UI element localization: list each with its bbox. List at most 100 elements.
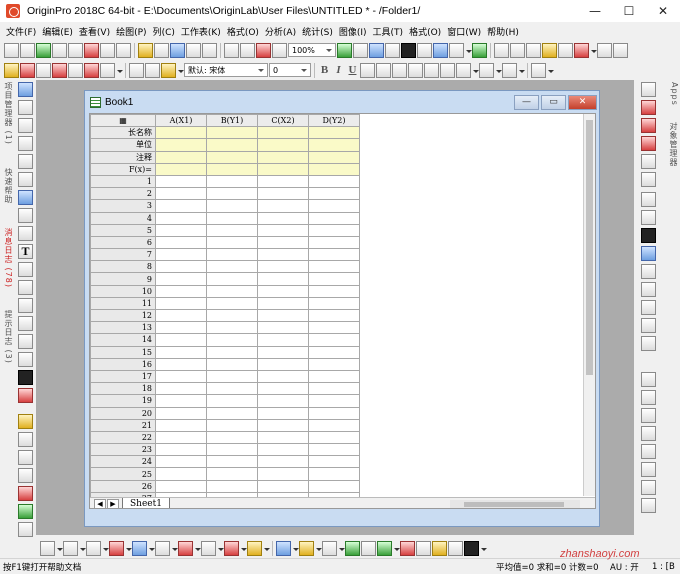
menu-worksheet[interactable]: 工作表(K) <box>181 25 221 38</box>
statistics-icon[interactable] <box>613 42 628 58</box>
zoom-out-tool-icon[interactable] <box>18 118 33 133</box>
horizontal-scroll-thumb[interactable] <box>464 502 564 507</box>
3d-surface-icon[interactable] <box>299 540 314 556</box>
data-cell[interactable] <box>308 443 360 457</box>
data-cell[interactable] <box>206 272 258 286</box>
data-cell[interactable] <box>257 455 309 469</box>
fill-column-icon[interactable] <box>542 42 557 58</box>
vertical-scroll-thumb[interactable] <box>586 120 593 375</box>
label-row-units[interactable]: 单位 <box>90 138 156 152</box>
cut-icon[interactable] <box>129 62 144 78</box>
column-plot-icon[interactable] <box>109 540 124 556</box>
vertical-scrollbar[interactable] <box>583 114 595 496</box>
data-cell[interactable] <box>206 369 258 384</box>
data-reader-icon[interactable] <box>18 136 33 151</box>
menu-edit[interactable]: 编辑(E) <box>42 25 73 38</box>
label-cell[interactable] <box>308 150 360 164</box>
arrange-icon-1[interactable] <box>641 372 656 387</box>
graph-icon-6[interactable] <box>641 172 656 187</box>
region-tool-icon[interactable] <box>18 226 33 241</box>
workbook-restore-button[interactable]: ▭ <box>541 95 566 110</box>
message-log-tab[interactable]: 消息日志 (78) <box>1 228 14 298</box>
stock-plot-icon[interactable] <box>224 540 239 556</box>
fill-color-icon[interactable] <box>531 62 546 78</box>
row-header[interactable]: 19 <box>90 394 156 408</box>
data-cell[interactable] <box>308 357 360 371</box>
table-style-icon[interactable] <box>84 62 99 78</box>
data-cell[interactable] <box>257 467 309 481</box>
command-window-icon[interactable] <box>401 42 416 58</box>
italic-button[interactable]: I <box>332 63 345 78</box>
batch-icon[interactable] <box>256 42 271 58</box>
data-cell[interactable] <box>206 479 258 493</box>
graph-icon-3[interactable] <box>641 118 656 133</box>
label-cell[interactable] <box>257 126 309 140</box>
new-layer-icon[interactable] <box>18 504 33 519</box>
font-combo[interactable]: 默认: 宋体 <box>184 63 268 77</box>
label-cell[interactable] <box>155 162 207 176</box>
results-log-icon[interactable] <box>385 42 400 58</box>
arrange-icon-4[interactable] <box>641 426 656 441</box>
data-cell[interactable] <box>155 284 207 298</box>
menu-window[interactable]: 窗口(W) <box>447 25 481 38</box>
error-bar-icon[interactable] <box>155 540 170 556</box>
data-cell[interactable] <box>257 394 309 408</box>
data-cell[interactable] <box>155 443 207 457</box>
row-header[interactable]: 18 <box>90 382 156 396</box>
data-cell[interactable] <box>257 272 309 286</box>
column-header-b[interactable]: B(Y1) <box>206 114 258 128</box>
axis-icon-3[interactable] <box>641 300 656 315</box>
insert-object-icon[interactable] <box>18 388 33 403</box>
label-cell[interactable] <box>308 138 360 152</box>
rotate-tool-icon[interactable] <box>18 262 33 277</box>
data-cell[interactable] <box>155 199 207 213</box>
stat-plot-icon[interactable] <box>132 540 147 556</box>
data-cell[interactable] <box>308 260 360 274</box>
new-graph-icon[interactable] <box>52 42 67 58</box>
label-cell[interactable] <box>206 126 258 140</box>
data-cell[interactable] <box>206 382 258 396</box>
data-cell[interactable] <box>257 369 309 384</box>
data-cell[interactable] <box>206 321 258 335</box>
data-cell[interactable] <box>257 430 309 445</box>
label-cell[interactable] <box>257 150 309 164</box>
label-row-formula[interactable]: F(x)= <box>90 162 156 176</box>
data-cell[interactable] <box>206 235 258 250</box>
matrix-icon-4[interactable] <box>448 540 463 556</box>
menu-format-2[interactable]: 格式(O) <box>409 25 441 38</box>
justify-icon[interactable] <box>479 62 494 78</box>
layer-n-icon[interactable] <box>18 450 33 465</box>
layout-icon-2[interactable] <box>641 210 656 225</box>
arrange-icon-7[interactable] <box>641 480 656 495</box>
data-cell[interactable] <box>155 479 207 493</box>
row-header[interactable]: 17 <box>90 369 156 384</box>
object-manager-tab[interactable]: 对象管理器 <box>666 122 679 184</box>
label-row-long-name[interactable]: 长名称 <box>90 126 156 140</box>
data-cell[interactable] <box>257 296 309 311</box>
data-cell[interactable] <box>257 260 309 274</box>
save-window-icon[interactable] <box>186 42 201 58</box>
sup-sub-icon[interactable] <box>392 62 407 78</box>
data-cell[interactable] <box>308 394 360 408</box>
data-cell[interactable] <box>257 248 309 262</box>
zoom-tool-icon[interactable] <box>18 100 33 115</box>
row-header[interactable]: 25 <box>90 467 156 481</box>
scale-tool-icon[interactable] <box>18 154 33 169</box>
data-cell[interactable] <box>308 382 360 396</box>
horizontal-scrollbar[interactable] <box>450 500 580 508</box>
data-cell[interactable] <box>155 455 207 469</box>
row-header[interactable]: 26 <box>90 479 156 493</box>
import-icon[interactable] <box>224 42 239 58</box>
row-header[interactable]: 1 <box>90 174 156 189</box>
subscript-icon[interactable] <box>376 62 391 78</box>
data-cell[interactable] <box>155 296 207 311</box>
row-header[interactable]: 22 <box>90 430 156 445</box>
multi-panel-icon[interactable] <box>276 540 291 556</box>
data-cell[interactable] <box>308 223 360 237</box>
draw-icon[interactable] <box>18 486 33 501</box>
data-cell[interactable] <box>308 199 360 213</box>
data-cell[interactable] <box>155 394 207 408</box>
menu-tools[interactable]: 工具(T) <box>373 25 404 38</box>
row-header[interactable]: 5 <box>90 223 156 237</box>
heatmap-icon[interactable] <box>361 540 376 556</box>
